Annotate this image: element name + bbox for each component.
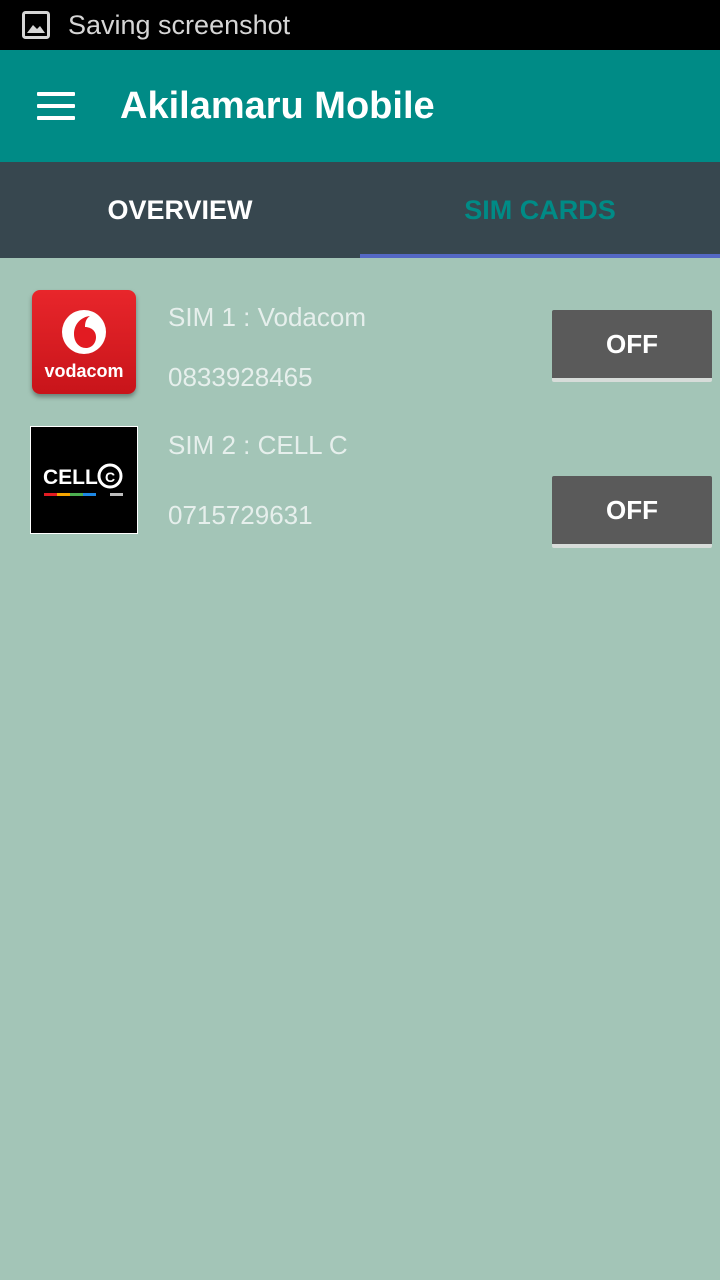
- sim2-toggle-button[interactable]: OFF: [552, 476, 712, 548]
- tab-sim-cards[interactable]: SIM CARDS: [360, 162, 720, 258]
- sim-name: SIM 1 : Vodacom: [168, 302, 366, 332]
- hamburger-menu-icon[interactable]: [28, 78, 84, 134]
- svg-text:CELL: CELL: [43, 466, 98, 489]
- tab-sim-cards-label: SIM CARDS: [464, 194, 616, 225]
- image-icon: [22, 11, 50, 39]
- svg-text:C: C: [105, 469, 115, 485]
- status-text: Saving screenshot: [68, 9, 291, 40]
- sim-row-1: vodacom SIM 1 : Vodacom 0833928465 OFF: [0, 284, 720, 402]
- tab-indicator: [360, 254, 720, 258]
- sim-number: 0715729631: [168, 500, 313, 530]
- sim-number: 0833928465: [168, 362, 313, 392]
- app-bar: Akilamaru Mobile: [0, 50, 720, 162]
- sim-row-2: CELL C SIM 2 : CELL C 0715729631 OFF: [0, 424, 720, 554]
- tab-overview[interactable]: OVERVIEW: [0, 162, 360, 258]
- tab-bar: OVERVIEW SIM CARDS: [0, 162, 720, 258]
- sim-name: SIM 2 : CELL C: [168, 430, 348, 460]
- cellc-logo: CELL C: [30, 426, 138, 534]
- vodacom-logo: vodacom: [32, 290, 136, 394]
- app-title: Akilamaru Mobile: [120, 84, 435, 127]
- sim1-toggle-button[interactable]: OFF: [552, 310, 712, 382]
- vodacom-logo-text: vodacom: [44, 361, 123, 381]
- status-bar: Saving screenshot: [0, 0, 720, 50]
